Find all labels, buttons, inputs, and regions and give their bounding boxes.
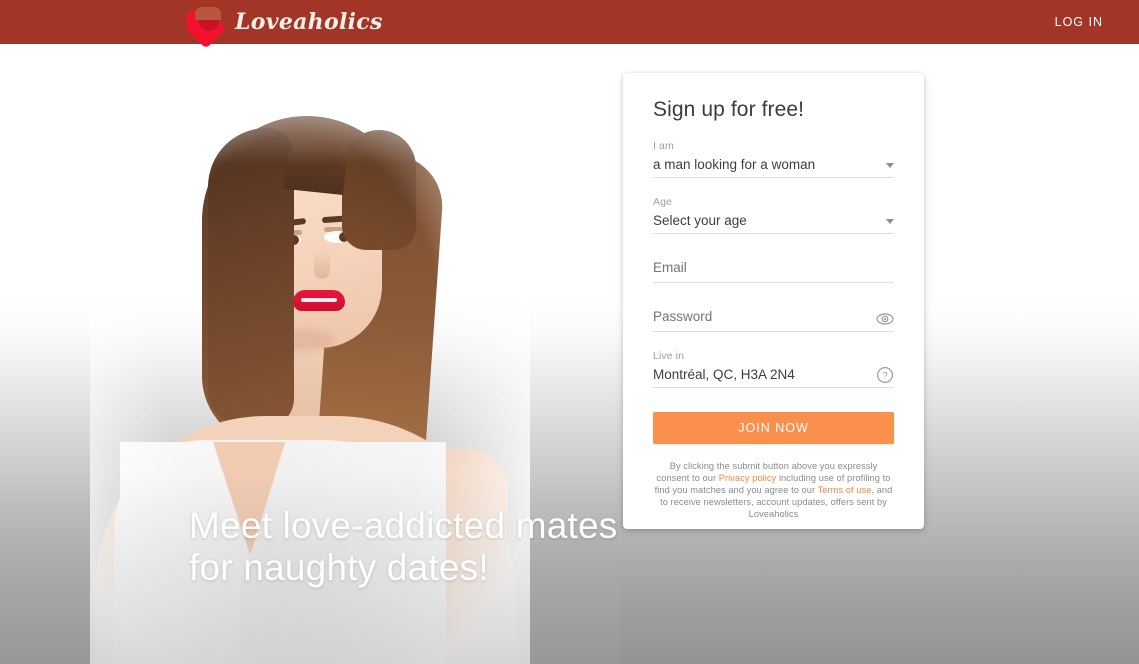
heart-icon [181, 5, 226, 49]
field-age[interactable]: Age Select your age [653, 196, 894, 234]
i-am-value[interactable]: a man looking for a woman [653, 153, 894, 178]
email-input[interactable] [653, 260, 894, 283]
legal-disclaimer: By clicking the submit button above you … [653, 460, 894, 520]
field-underline [653, 331, 894, 332]
age-value[interactable]: Select your age [653, 209, 894, 234]
signup-title: Sign up for free! [653, 98, 805, 121]
join-now-button[interactable]: JOIN NOW [653, 412, 894, 444]
field-i-am[interactable]: I am a man looking for a woman [653, 140, 894, 178]
hero-headline: Meet love-addicted mates for naughty dat… [189, 505, 617, 589]
field-underline [653, 177, 894, 178]
hero-headline-line2: for naughty dates! [189, 547, 489, 588]
live-in-label: Live in [653, 350, 685, 362]
chevron-down-icon[interactable] [886, 219, 894, 224]
field-underline [653, 233, 894, 234]
field-password[interactable]: Password [653, 309, 894, 332]
field-underline [653, 282, 894, 283]
i-am-label: I am [653, 140, 674, 152]
field-live-in[interactable]: Live in Montréal, QC, H3A 2N4 ? [653, 350, 894, 388]
password-input[interactable] [653, 309, 894, 332]
signup-card: Sign up for free! I am a man looking for… [623, 73, 924, 529]
live-in-value[interactable]: Montréal, QC, H3A 2N4 [653, 363, 894, 388]
privacy-policy-link[interactable]: Privacy policy [719, 473, 777, 483]
field-email[interactable]: Email [653, 260, 894, 283]
hero-headline-line1: Meet love-addicted mates [189, 505, 618, 546]
age-label: Age [653, 196, 672, 208]
landing-page: Loveaholics LOG IN Meet love-addicted ma… [0, 0, 1139, 664]
top-navigation-bar: Loveaholics LOG IN [0, 0, 1139, 49]
brand-logo[interactable]: Loveaholics [181, 0, 383, 49]
svg-text:?: ? [882, 371, 887, 382]
eye-icon[interactable] [876, 310, 894, 328]
question-circle-icon[interactable]: ? [876, 366, 894, 384]
chevron-down-icon[interactable] [886, 163, 894, 168]
log-in-button[interactable]: LOG IN [1019, 0, 1139, 44]
brand-name: Loveaholics [235, 9, 383, 35]
terms-of-use-link[interactable]: Terms of use [818, 485, 872, 495]
field-underline [653, 387, 894, 388]
